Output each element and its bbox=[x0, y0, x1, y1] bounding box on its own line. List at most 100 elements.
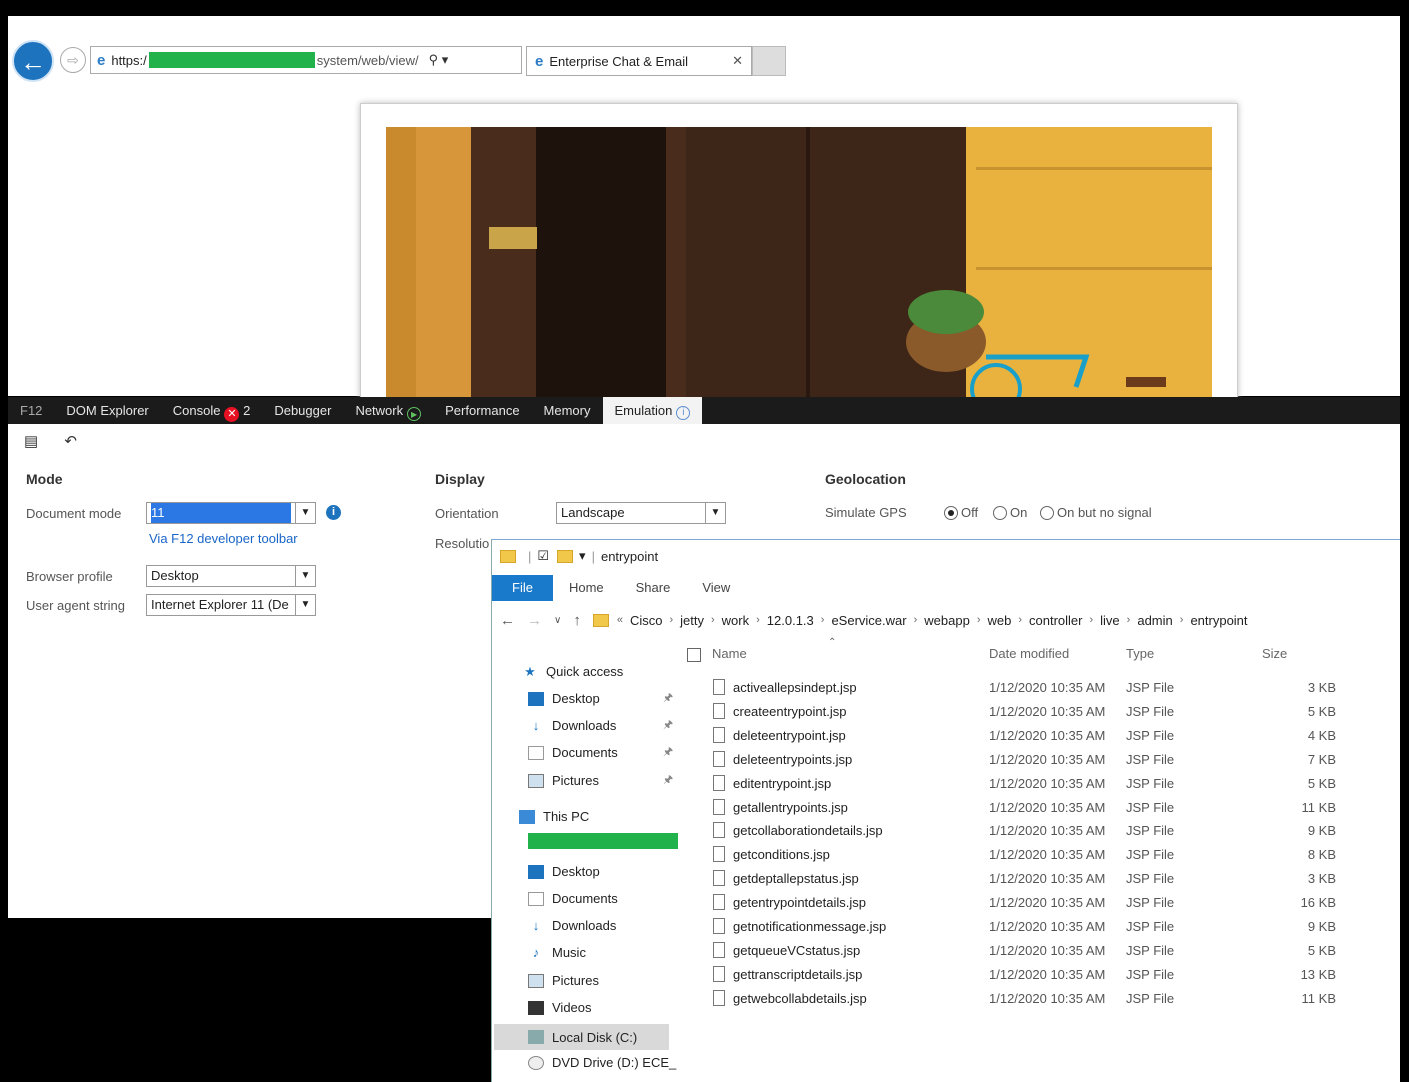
tab-emulation[interactable]: Emulation i bbox=[602, 397, 703, 424]
column-type[interactable]: Type bbox=[1126, 646, 1154, 661]
recent-locations-icon[interactable]: ∨ bbox=[554, 615, 561, 626]
file-type: JSP File bbox=[1126, 895, 1175, 911]
table-row[interactable]: getconditions.jsp 1/12/2020 10:35 AM JSP F… bbox=[713, 844, 1363, 866]
pin-icon: 🖈 bbox=[663, 692, 674, 704]
tab-performance[interactable]: Performance bbox=[433, 397, 531, 424]
settings-icon[interactable]: ▤ bbox=[24, 433, 38, 450]
address-bar[interactable]: e https:/ system/web/view/ ⚲ ▾ bbox=[90, 46, 522, 74]
breadcrumb-item[interactable]: eService.war bbox=[831, 613, 906, 628]
nav-videos[interactable]: Videos bbox=[528, 1000, 592, 1015]
select-all-checkbox[interactable] bbox=[687, 648, 701, 662]
file-type: JSP File bbox=[1126, 942, 1175, 958]
table-row[interactable]: getnotificationmessage.jsp 1/12/2020 10:3… bbox=[713, 916, 1363, 938]
browser-profile-select[interactable]: Desktop ▼ bbox=[146, 565, 316, 587]
properties-icon[interactable]: ☑ bbox=[537, 548, 549, 564]
nav-pictures-quick[interactable]: Pictures 🖈 bbox=[528, 773, 673, 788]
nav-desktop[interactable]: Desktop bbox=[528, 864, 600, 879]
breadcrumb-item[interactable]: web bbox=[987, 613, 1011, 628]
table-row[interactable]: getentrypointdetails.jsp 1/12/2020 10:35 … bbox=[713, 892, 1363, 914]
breadcrumb-item[interactable]: controller bbox=[1029, 613, 1082, 628]
tab-console[interactable]: Console ✕ 2 bbox=[161, 397, 263, 424]
table-row[interactable]: activeallepsindept.jsp 1/12/2020 10:35 AM… bbox=[713, 677, 1363, 699]
breadcrumb-item[interactable]: webapp bbox=[924, 613, 970, 628]
up-arrow-icon[interactable]: ↑ bbox=[573, 612, 581, 629]
table-row[interactable]: gettranscriptdetails.jsp 1/12/2020 10:35 … bbox=[713, 964, 1363, 986]
breadcrumb-item[interactable]: admin bbox=[1137, 613, 1172, 628]
column-size[interactable]: Size bbox=[1262, 646, 1287, 661]
search-icon[interactable]: ⚲ ▾ bbox=[429, 52, 449, 68]
ribbon-tab-home[interactable]: Home bbox=[553, 575, 620, 601]
tab-network-label: Network bbox=[355, 403, 404, 418]
back-arrow-icon[interactable]: ← bbox=[500, 612, 515, 629]
breadcrumb-item[interactable]: work bbox=[722, 613, 749, 628]
nav-downloads-quick[interactable]: ↓ Downloads 🖈 bbox=[528, 718, 673, 733]
info-icon[interactable]: i bbox=[326, 505, 341, 520]
nav-label: Documents bbox=[552, 891, 618, 906]
breadcrumb-item[interactable]: 12.0.1.3 bbox=[767, 613, 814, 628]
nav-this-pc[interactable]: This PC bbox=[519, 809, 589, 824]
breadcrumb-item[interactable]: entrypoint bbox=[1190, 613, 1247, 628]
gps-off-radio[interactable]: Off bbox=[944, 505, 978, 520]
nav-downloads[interactable]: ↓ Downloads bbox=[528, 918, 617, 933]
new-tab-button[interactable] bbox=[752, 46, 786, 76]
nav-quick-access[interactable]: ★ Quick access bbox=[522, 664, 623, 679]
file-size: 3 KB bbox=[1307, 871, 1336, 887]
table-row[interactable]: getwebcollabdetails.jsp 1/12/2020 10:35 A… bbox=[713, 988, 1363, 1010]
file-date: 1/12/2020 10:35 AM bbox=[989, 895, 1106, 911]
gps-on-radio[interactable]: On bbox=[993, 505, 1027, 520]
breadcrumb-item[interactable]: Cisco bbox=[630, 613, 663, 628]
nav-local-disk[interactable]: Local Disk (C:) bbox=[494, 1024, 669, 1050]
orientation-select[interactable]: Landscape ▼ bbox=[556, 502, 726, 524]
nav-music[interactable]: ♪ Music bbox=[528, 945, 586, 960]
file-icon bbox=[713, 918, 725, 934]
via-toolbar-link[interactable]: Via F12 developer toolbar bbox=[149, 531, 298, 546]
forward-button[interactable]: ⇨ bbox=[60, 47, 86, 73]
file-type: JSP File bbox=[1126, 799, 1175, 815]
table-row[interactable]: getallentrypoints.jsp 1/12/2020 10:35 AM J… bbox=[713, 797, 1363, 819]
ribbon-tab-view[interactable]: View bbox=[686, 575, 746, 601]
table-row[interactable]: createentrypoint.jsp 1/12/2020 10:35 AM JS… bbox=[713, 701, 1363, 723]
column-date[interactable]: Date modified bbox=[989, 646, 1069, 661]
tab-network[interactable]: Network ▶ bbox=[343, 397, 433, 424]
folder-icon bbox=[592, 613, 609, 627]
gps-nosignal-radio[interactable]: On but no signal bbox=[1040, 505, 1152, 520]
table-row[interactable]: editentrypoint.jsp 1/12/2020 10:35 AM JSP … bbox=[713, 773, 1363, 795]
file-date: 1/12/2020 10:35 AM bbox=[989, 919, 1106, 934]
nav-documents-quick[interactable]: Documents 🖈 bbox=[528, 745, 673, 760]
new-folder-icon[interactable] bbox=[557, 549, 574, 563]
file-name: deleteentrypoints.jsp bbox=[733, 751, 853, 767]
overflow-icon[interactable]: « bbox=[617, 614, 623, 626]
ribbon-tab-file[interactable]: File bbox=[492, 575, 553, 601]
table-row[interactable]: getcollaborationdetails.jsp 1/12/2020 10:… bbox=[713, 820, 1363, 842]
forward-arrow-icon[interactable]: → bbox=[527, 612, 542, 629]
nav-pictures[interactable]: Pictures bbox=[528, 973, 599, 988]
table-row[interactable]: deleteentrypoint.jsp 1/12/2020 10:35 AM JS… bbox=[713, 725, 1363, 747]
file-size: 11 KB bbox=[1301, 799, 1336, 815]
file-icon bbox=[713, 941, 725, 958]
tab-dom-explorer[interactable]: DOM Explorer bbox=[54, 397, 160, 424]
tab-memory[interactable]: Memory bbox=[532, 397, 603, 424]
redaction-bar bbox=[148, 52, 315, 68]
file-icon bbox=[713, 679, 725, 695]
table-row[interactable]: getdeptallepstatus.jsp 1/12/2020 10:35 AM… bbox=[713, 868, 1363, 890]
column-name[interactable]: Name bbox=[712, 646, 747, 661]
file-size: 9 KB bbox=[1307, 919, 1336, 934]
back-button[interactable]: ← bbox=[12, 40, 54, 82]
tab-debugger[interactable]: Debugger bbox=[262, 397, 343, 424]
file-size: 11 KB bbox=[1301, 990, 1336, 1006]
customize-icon[interactable]: ▾ bbox=[579, 548, 586, 564]
nav-documents[interactable]: Documents bbox=[528, 891, 618, 906]
browser-tab[interactable]: e Enterprise Chat & Email ✕ bbox=[526, 46, 752, 76]
user-agent-select[interactable]: Internet Explorer 11 (De ▼ bbox=[146, 594, 316, 616]
nav-dvd-drive[interactable]: DVD Drive (D:) ECE_ bbox=[528, 1055, 676, 1070]
file-date: 1/12/2020 10:35 AM bbox=[989, 703, 1106, 719]
document-mode-select[interactable]: 11 ▼ bbox=[146, 502, 316, 524]
breadcrumb-item[interactable]: live bbox=[1100, 613, 1120, 628]
nav-desktop-quick[interactable]: Desktop 🖈 bbox=[528, 691, 673, 706]
reset-icon[interactable]: ↶ bbox=[64, 433, 77, 450]
table-row[interactable]: getqueueVCstatus.jsp 1/12/2020 10:35 AM JS… bbox=[713, 940, 1363, 962]
close-tab-icon[interactable]: ✕ bbox=[732, 53, 743, 69]
breadcrumb-item[interactable]: jetty bbox=[680, 613, 704, 628]
ribbon-tab-share[interactable]: Share bbox=[620, 575, 687, 601]
table-row[interactable]: deleteentrypoints.jsp 1/12/2020 10:35 AM J… bbox=[713, 749, 1363, 771]
